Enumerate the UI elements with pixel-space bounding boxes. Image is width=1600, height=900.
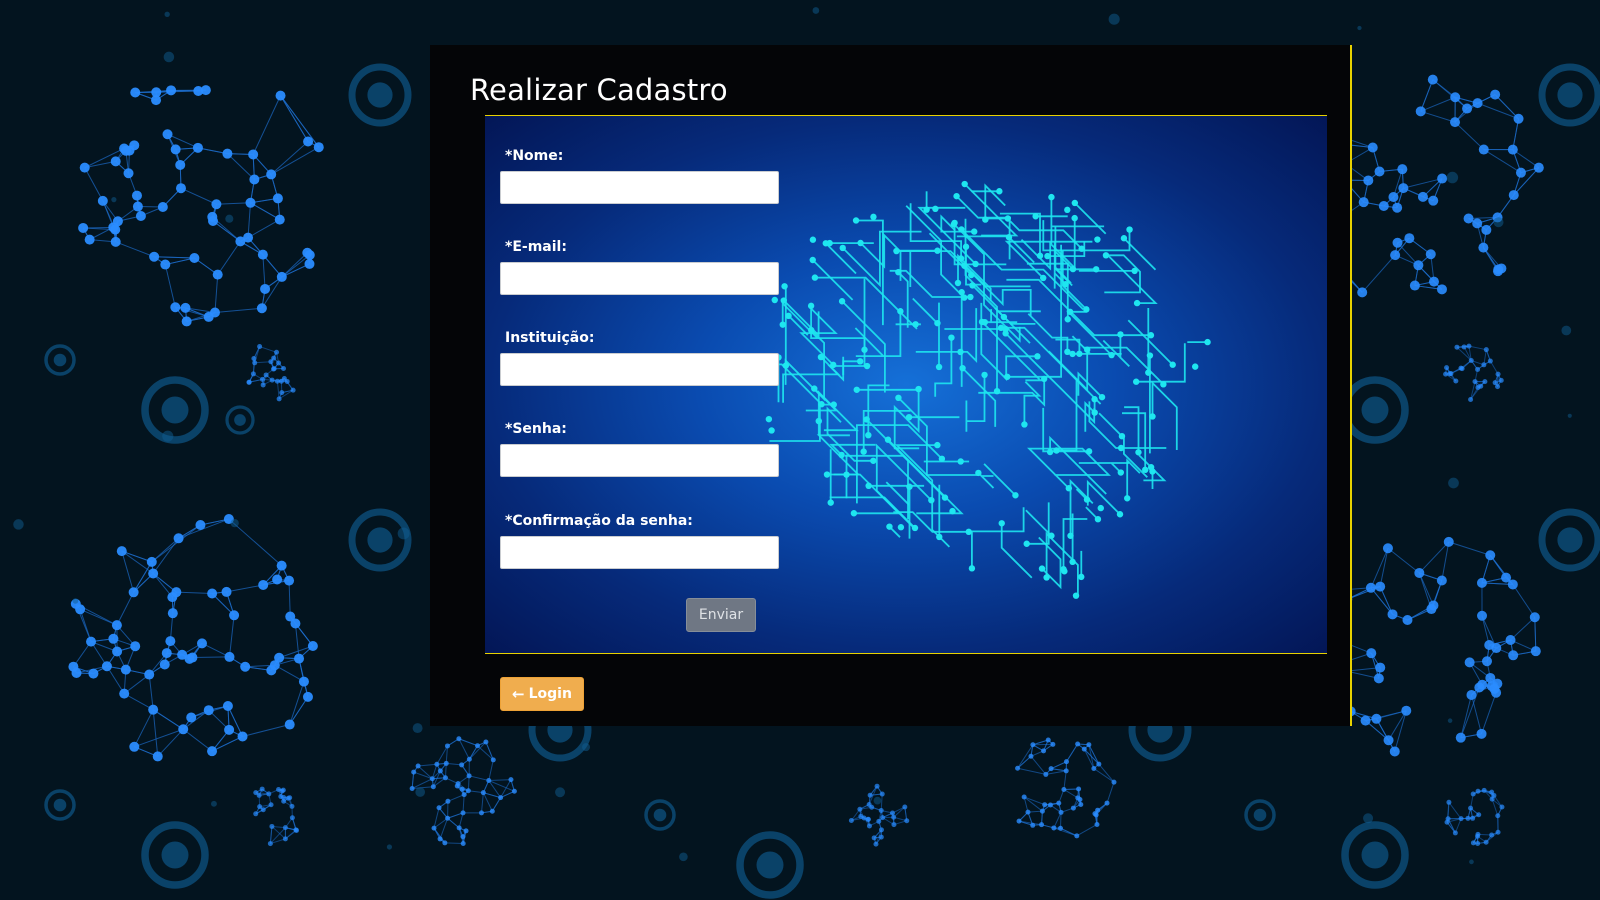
- name-input[interactable]: [500, 171, 779, 204]
- confirm-password-input[interactable]: [500, 536, 779, 569]
- circuit-brain-image: [745, 180, 1211, 599]
- password-label: *Senha:: [505, 421, 567, 437]
- name-label: *Nome:: [505, 148, 564, 164]
- institution-input[interactable]: [500, 353, 779, 386]
- confirm-password-label: *Confirmação da senha:: [505, 513, 693, 529]
- arrow-left-icon: ←: [512, 685, 525, 703]
- password-input[interactable]: [500, 444, 779, 477]
- institution-label: Instituição:: [505, 330, 595, 346]
- register-panel: Realizar Cadastro *Nome: *E-mail: Instit…: [430, 45, 1352, 726]
- page-title: Realizar Cadastro: [470, 73, 728, 107]
- login-button-label: Login: [528, 686, 572, 702]
- submit-button[interactable]: Enviar: [686, 598, 756, 632]
- email-input[interactable]: [500, 262, 779, 295]
- login-button[interactable]: ← Login: [500, 677, 584, 711]
- email-label: *E-mail:: [505, 239, 567, 255]
- register-form: *Nome: *E-mail: Instituição: *Senha: *Co…: [485, 115, 1327, 654]
